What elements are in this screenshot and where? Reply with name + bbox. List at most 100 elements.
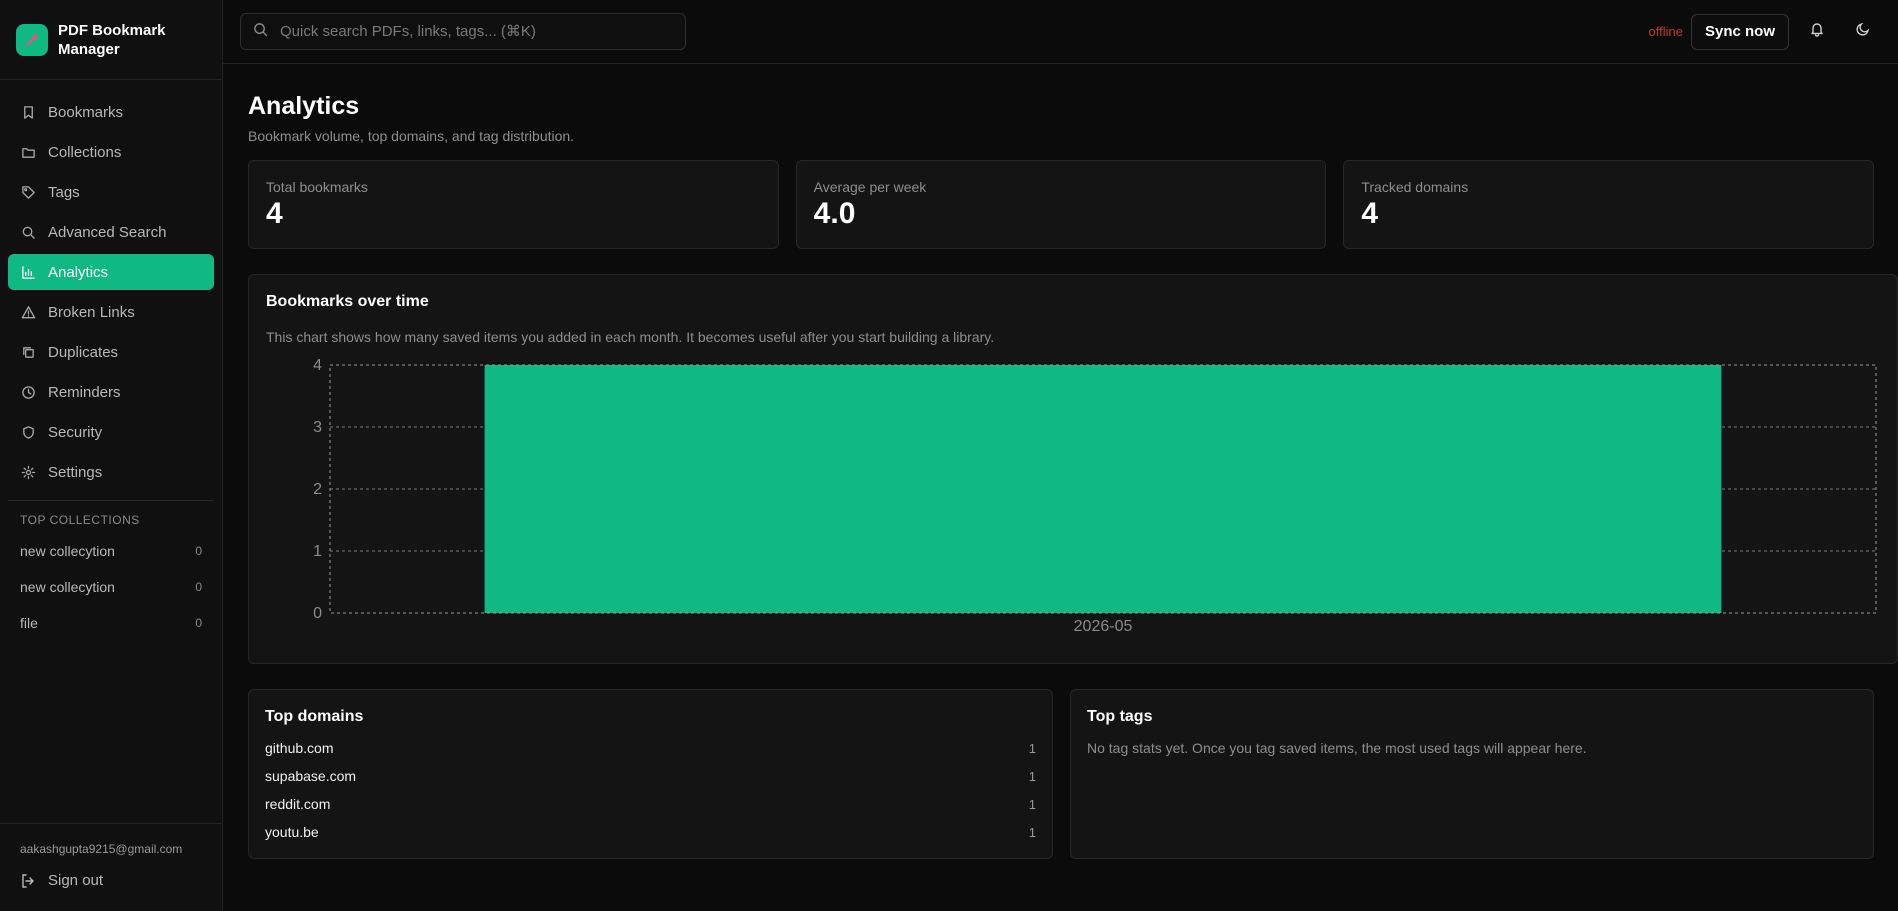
- app-title: PDF Bookmark Manager: [58, 21, 166, 59]
- sync-now-button[interactable]: Sync now: [1690, 13, 1789, 50]
- stats-row: Total bookmarks 4 Average per week 4.0 T…: [248, 160, 1875, 249]
- y-tick-label: 0: [313, 605, 322, 622]
- top-tags-title: Top tags: [1087, 708, 1153, 725]
- sidebar-footer: aakashgupta9215@gmail.com Sign out: [0, 823, 222, 911]
- sidebar-item-analytics[interactable]: Analytics: [8, 254, 214, 290]
- collection-item[interactable]: new collecytion 0: [0, 533, 222, 569]
- tag-icon: [20, 184, 36, 200]
- user-email: aakashgupta9215@gmail.com: [20, 842, 183, 856]
- page-subtitle: Bookmark volume, top domains, and tag di…: [248, 128, 575, 144]
- sidebar-item-tags[interactable]: Tags: [8, 174, 214, 210]
- sign-out-button[interactable]: Sign out: [0, 872, 222, 889]
- search-box[interactable]: [240, 13, 686, 50]
- stat-label: Tracked domains: [1361, 179, 1469, 195]
- top-domains-list: github.com 1 supabase.com 1 reddit.com 1 youtu…: [265, 734, 1036, 846]
- stat-label: Total bookmarks: [266, 179, 368, 195]
- sidebar-item-label: Analytics: [48, 263, 109, 281]
- sidebar-item-duplicates[interactable]: Duplicates: [8, 334, 214, 370]
- app-title-line1: PDF Bookmark: [58, 21, 166, 39]
- domain-count: 1: [1028, 796, 1036, 812]
- app-root: PDF Bookmark Manager Bookmarks Collection…: [0, 0, 1898, 911]
- gear-icon: [20, 464, 36, 480]
- search-icon: [253, 22, 268, 42]
- stat-value: 4: [266, 197, 283, 230]
- top-domains-title: Top domains: [265, 708, 364, 725]
- stat-card-average-per-week: Average per week 4.0: [795, 160, 1327, 249]
- search-icon: [20, 224, 36, 240]
- domain-row: supabase.com 1: [265, 762, 1036, 790]
- top-tags-empty-text: No tag stats yet. Once you tag saved ite…: [1087, 740, 1587, 756]
- sign-out-icon: [20, 873, 36, 889]
- sign-out-label: Sign out: [48, 872, 104, 889]
- top-collections-label: TOP COLLECTIONS: [20, 513, 140, 527]
- collection-count: 0: [195, 616, 202, 630]
- bar-chart-icon: [20, 264, 36, 280]
- chart-bar: [484, 365, 1722, 613]
- sidebar-item-security[interactable]: Security: [8, 414, 214, 450]
- top-tags-panel: Top tags No tag stats yet. Once you tag …: [1070, 689, 1874, 859]
- sidebar-item-advanced-search[interactable]: Advanced Search: [8, 214, 214, 250]
- y-tick-label: 2: [313, 481, 322, 498]
- bookmarks-chart: 0 1 2 3 4 2026-05: [313, 357, 1877, 635]
- sidebar-nav: Bookmarks Collections Tags Advanced Search A…: [0, 80, 222, 494]
- domain-count: 1: [1028, 740, 1036, 756]
- collection-name: file: [20, 615, 38, 631]
- domain-row: youtu.be 1: [265, 818, 1036, 846]
- collection-count: 0: [195, 544, 202, 558]
- domain-row: reddit.com 1: [265, 790, 1036, 818]
- domain-name: youtu.be: [265, 824, 319, 840]
- domain-name: github.com: [265, 740, 334, 756]
- sidebar-item-label: Tags: [48, 183, 80, 201]
- x-tick-label: 2026-05: [1074, 618, 1133, 635]
- stat-card-tracked-domains: Tracked domains 4: [1343, 160, 1875, 249]
- topbar: offline Sync now: [223, 0, 1898, 64]
- connection-status: offline: [1648, 24, 1683, 39]
- app-logo-icon: [16, 23, 48, 56]
- folder-icon: [20, 144, 36, 160]
- stat-value: 4.0: [813, 197, 856, 230]
- stat-label: Average per week: [813, 179, 927, 195]
- moon-icon: [1855, 21, 1871, 42]
- sidebar-item-bookmarks[interactable]: Bookmarks: [8, 94, 214, 130]
- sidebar-item-label: Reminders: [48, 383, 121, 401]
- sidebar-item-label: Settings: [48, 463, 103, 481]
- topbar-actions: offline Sync now: [1648, 13, 1881, 50]
- search-input[interactable]: [278, 22, 662, 41]
- y-tick-label: 4: [313, 357, 322, 374]
- sidebar-item-label: Broken Links: [48, 303, 135, 321]
- theme-toggle-button[interactable]: [1845, 14, 1881, 50]
- sidebar-item-label: Duplicates: [48, 343, 119, 361]
- collection-count: 0: [195, 580, 202, 594]
- page-title: Analytics: [248, 92, 360, 120]
- brand[interactable]: PDF Bookmark Manager: [0, 0, 222, 80]
- analytics-content: Analytics Bookmark volume, top domains, …: [223, 64, 1898, 859]
- copy-icon: [20, 344, 36, 360]
- bottom-panels: Top domains github.com 1 supabase.com 1 redd…: [248, 689, 1874, 859]
- sidebar-item-collections[interactable]: Collections: [8, 134, 214, 170]
- sidebar-item-broken-links[interactable]: Broken Links: [8, 294, 214, 330]
- collection-item[interactable]: new collecytion 0: [0, 569, 222, 605]
- warning-icon: [20, 304, 36, 320]
- collection-item[interactable]: file 0: [0, 605, 222, 641]
- shield-icon: [20, 424, 36, 440]
- y-tick-label: 3: [313, 419, 322, 436]
- y-tick-label: 1: [313, 543, 322, 560]
- sidebar-item-reminders[interactable]: Reminders: [8, 374, 214, 410]
- collection-name: new collecytion: [20, 579, 115, 595]
- sidebar-item-settings[interactable]: Settings: [8, 454, 214, 490]
- top-domains-panel: Top domains github.com 1 supabase.com 1 redd…: [248, 689, 1053, 859]
- domain-name: reddit.com: [265, 796, 331, 812]
- sidebar-item-label: Security: [48, 423, 103, 441]
- notifications-button[interactable]: [1799, 14, 1835, 50]
- stat-value: 4: [1361, 197, 1379, 230]
- bookmark-icon: [20, 104, 36, 120]
- sidebar-divider: [8, 500, 214, 501]
- bookmarks-over-time-panel: Bookmarks over time This chart shows how…: [248, 274, 1898, 664]
- bell-icon: [1809, 21, 1825, 42]
- domain-count: 1: [1028, 768, 1036, 784]
- domain-count: 1: [1028, 824, 1036, 840]
- domain-name: supabase.com: [265, 768, 357, 784]
- sidebar-item-label: Bookmarks: [48, 103, 124, 121]
- clock-icon: [20, 384, 36, 400]
- collection-name: new collecytion: [20, 543, 115, 559]
